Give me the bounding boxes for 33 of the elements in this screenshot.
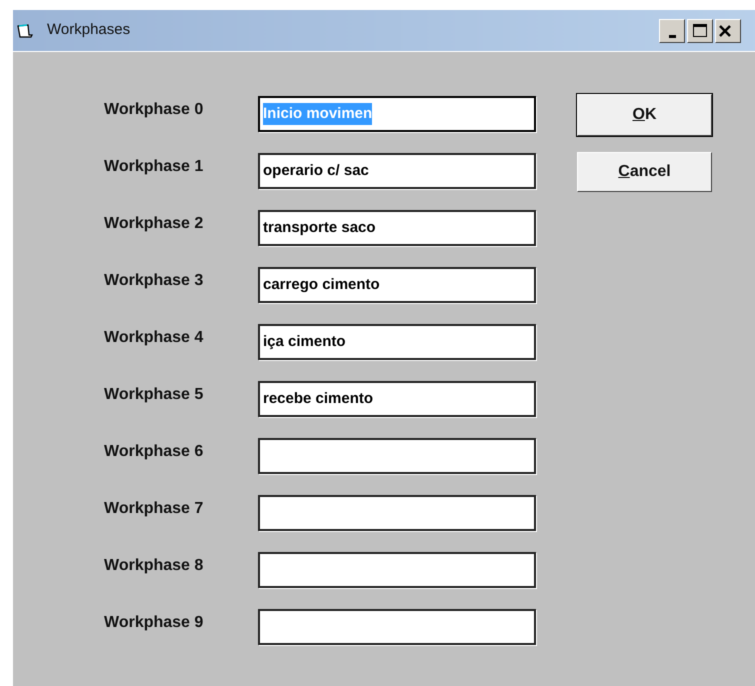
field-label: Workphase 8 (104, 556, 204, 576)
maximize-button[interactable] (687, 18, 713, 42)
text-field[interactable] (258, 609, 536, 645)
text-field[interactable] (258, 438, 536, 474)
field-label: Workphase 0 (104, 100, 204, 120)
field-label: Workphase 7 (104, 499, 204, 519)
field-label: Workphase 3 (104, 271, 204, 291)
minimize-button[interactable] (659, 18, 685, 42)
field-label: Workphase 1 (104, 157, 204, 177)
close-icon (719, 24, 731, 36)
field-label: Workphase 9 (104, 613, 204, 633)
field-label: Workphase 4 (104, 328, 204, 348)
text-field[interactable]: operario c/ sac (258, 153, 536, 189)
window-icon (16, 22, 34, 38)
field-value: carrego cimento (263, 275, 380, 295)
dialog-button[interactable]: OK (577, 94, 712, 136)
field-label: Workphase 6 (104, 442, 204, 462)
text-field[interactable]: iça cimento (258, 324, 536, 360)
text-field[interactable]: recebe cimento (258, 381, 536, 417)
dialog-button[interactable]: Cancel (577, 152, 712, 192)
text-field[interactable]: carrego cimento (258, 267, 536, 303)
text-field[interactable] (258, 495, 536, 531)
window-title: Workphases (47, 20, 130, 40)
field-label: Workphase 5 (104, 385, 204, 405)
field-value: transporte saco (263, 218, 376, 238)
field-value: recebe cimento (263, 389, 374, 409)
field-label: Workphase 2 (104, 214, 204, 234)
text-field[interactable]: transporte saco (258, 210, 536, 246)
field-value: iça cimento (263, 332, 346, 352)
field-value: operario c/ sac (263, 161, 369, 181)
field-value: Inicio movimen (263, 103, 372, 125)
close-button[interactable] (715, 18, 741, 42)
text-field[interactable] (258, 552, 536, 588)
